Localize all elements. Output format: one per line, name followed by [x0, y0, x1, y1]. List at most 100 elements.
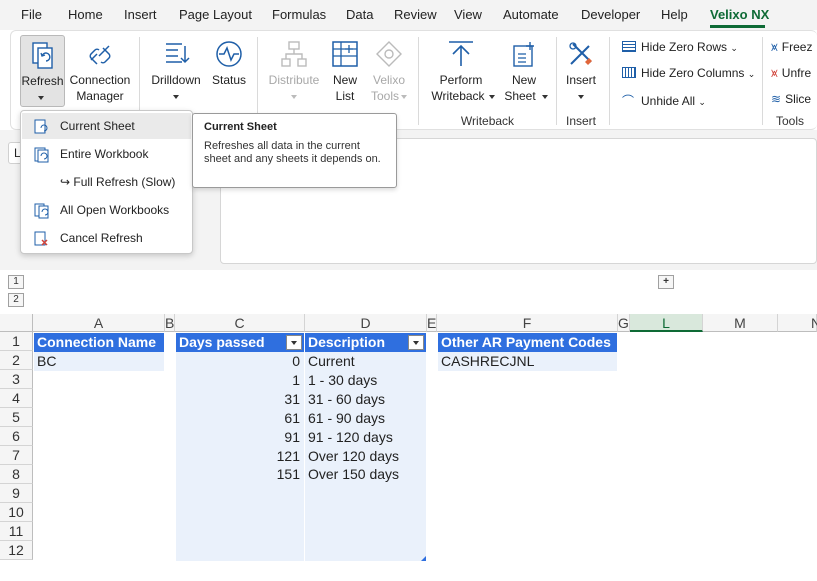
- row-header[interactable]: 1: [0, 332, 33, 351]
- column-header-n[interactable]: N: [778, 314, 817, 332]
- columns-icon: [622, 67, 636, 78]
- connection-name-cell[interactable]: BC: [34, 352, 164, 371]
- column-header-c[interactable]: C: [175, 314, 305, 332]
- unfreeze-icon: ⩙: [771, 66, 778, 80]
- slice-button[interactable]: ≋ Slice: [771, 92, 811, 106]
- insert-tools-icon: [569, 42, 592, 65]
- row-header[interactable]: 9: [0, 484, 33, 503]
- column-header-d[interactable]: D: [305, 314, 427, 332]
- new-sheet-button[interactable]: New Sheet: [499, 35, 549, 107]
- description-cell[interactable]: 91 - 120 days: [305, 428, 426, 447]
- days-cell[interactable]: 0: [176, 352, 304, 371]
- column-header-b[interactable]: B: [165, 314, 175, 332]
- row-header[interactable]: 2: [0, 351, 33, 370]
- column-header-e[interactable]: E: [427, 314, 437, 332]
- days-cell[interactable]: 1: [176, 371, 304, 390]
- column-header-l[interactable]: L: [630, 314, 703, 332]
- outline-level-2[interactable]: 2: [8, 293, 24, 307]
- description-cell[interactable]: 1 - 30 days: [305, 371, 426, 390]
- menu-item-entire-workbook[interactable]: Entire Workbook: [22, 141, 191, 167]
- row-header[interactable]: 12: [0, 541, 33, 560]
- connection-manager-button[interactable]: Connection Manager: [68, 35, 132, 107]
- tab-view[interactable]: View: [454, 7, 482, 22]
- perform-writeback-button[interactable]: Perform Writeback: [426, 35, 496, 107]
- table-resize-handle[interactable]: [421, 556, 426, 561]
- tab-file[interactable]: File: [21, 7, 42, 22]
- group-label-tools: Tools: [775, 114, 804, 128]
- slice-icon: ≋: [771, 92, 782, 106]
- days-passed-header[interactable]: Days passed: [176, 333, 304, 352]
- tab-velixo-nx[interactable]: Velixo NX: [710, 7, 769, 22]
- days-cell[interactable]: 121: [176, 447, 304, 466]
- drilldown-button[interactable]: Drilldown: [147, 35, 205, 107]
- new-list-label-1: New: [332, 73, 357, 87]
- description-cell[interactable]: Over 120 days: [305, 447, 426, 466]
- velixo-tools-label-1: Velixo: [372, 73, 406, 87]
- row-header[interactable]: 3: [0, 370, 33, 389]
- outline-expand-button[interactable]: +: [658, 275, 674, 289]
- cancel-refresh-icon: [34, 231, 48, 246]
- hide-zero-columns-button[interactable]: Hide Zero Columns ⌄: [622, 66, 755, 80]
- hide-zero-rows-button[interactable]: Hide Zero Rows ⌄: [622, 40, 738, 54]
- velixo-tools-button[interactable]: Velixo Tools: [367, 35, 411, 107]
- filter-dropdown-icon[interactable]: [408, 335, 424, 350]
- perform-writeback-label-2: Writeback: [431, 89, 485, 103]
- row-header[interactable]: 10: [0, 503, 33, 522]
- select-all-corner[interactable]: [0, 314, 33, 332]
- tab-review[interactable]: Review: [394, 7, 437, 22]
- ar-payment-codes-header[interactable]: Other AR Payment Codes: [438, 333, 617, 352]
- tab-formulas[interactable]: Formulas: [272, 7, 326, 22]
- description-cell[interactable]: Over 150 days: [305, 465, 426, 484]
- tab-home[interactable]: Home: [68, 7, 103, 22]
- unhide-all-label: Unhide All: [641, 94, 696, 108]
- description-cell[interactable]: Current: [305, 352, 426, 371]
- unhide-all-button[interactable]: ⌒ Unhide All ⌄: [622, 92, 706, 109]
- status-button[interactable]: Status: [208, 35, 250, 107]
- tab-insert[interactable]: Insert: [124, 7, 157, 22]
- new-sheet-icon: [513, 42, 534, 67]
- tab-developer[interactable]: Developer: [581, 7, 640, 22]
- freeze-button[interactable]: ⩙ Freez: [771, 40, 812, 55]
- row-header[interactable]: 6: [0, 427, 33, 446]
- tab-help[interactable]: Help: [661, 7, 688, 22]
- filter-dropdown-icon[interactable]: [286, 335, 302, 350]
- menu-item-label: Cancel Refresh: [60, 231, 143, 245]
- menu-item-cancel-refresh[interactable]: Cancel Refresh: [22, 225, 191, 251]
- tab-page-layout[interactable]: Page Layout: [179, 7, 252, 22]
- row-header[interactable]: 7: [0, 446, 33, 465]
- column-header-m[interactable]: M: [703, 314, 778, 332]
- chevron-down-icon: [38, 96, 44, 100]
- description-cell[interactable]: 61 - 90 days: [305, 409, 426, 428]
- row-header[interactable]: 4: [0, 389, 33, 408]
- connection-name-header[interactable]: Connection Name: [34, 333, 164, 352]
- chevron-down-icon: [291, 95, 297, 99]
- description-cell[interactable]: 31 - 60 days: [305, 390, 426, 409]
- refresh-label: Refresh: [21, 74, 64, 88]
- days-cell[interactable]: 31: [176, 390, 304, 409]
- freeze-icon: ⩙: [771, 40, 778, 54]
- days-cell[interactable]: 151: [176, 465, 304, 484]
- column-header-a[interactable]: A: [33, 314, 165, 332]
- insert-button[interactable]: Insert: [562, 35, 600, 107]
- menu-item-full-refresh[interactable]: ↪ Full Refresh (Slow): [22, 169, 191, 195]
- new-list-button[interactable]: New List: [326, 35, 364, 107]
- menu-item-current-sheet[interactable]: Current Sheet: [22, 113, 191, 139]
- distribute-label: Distribute: [268, 73, 320, 87]
- row-header[interactable]: 8: [0, 465, 33, 484]
- tab-data[interactable]: Data: [346, 7, 373, 22]
- menu-item-all-open-workbooks[interactable]: All Open Workbooks: [22, 197, 191, 223]
- column-header-g[interactable]: G: [618, 314, 630, 332]
- refresh-button[interactable]: Refresh: [20, 35, 65, 107]
- tab-automate[interactable]: Automate: [503, 7, 559, 22]
- row-header[interactable]: 5: [0, 408, 33, 427]
- days-passed-header-label: Days passed: [179, 334, 265, 350]
- unfreeze-button[interactable]: ⩙ Unfre: [771, 66, 811, 81]
- days-cell[interactable]: 61: [176, 409, 304, 428]
- column-header-f[interactable]: F: [437, 314, 618, 332]
- ar-payment-code-cell[interactable]: CASHRECJNL: [438, 352, 617, 371]
- days-cell[interactable]: 91: [176, 428, 304, 447]
- distribute-button[interactable]: Distribute: [265, 35, 323, 107]
- row-header[interactable]: 11: [0, 522, 33, 541]
- description-header[interactable]: Description: [305, 333, 426, 352]
- outline-level-1[interactable]: 1: [8, 275, 24, 289]
